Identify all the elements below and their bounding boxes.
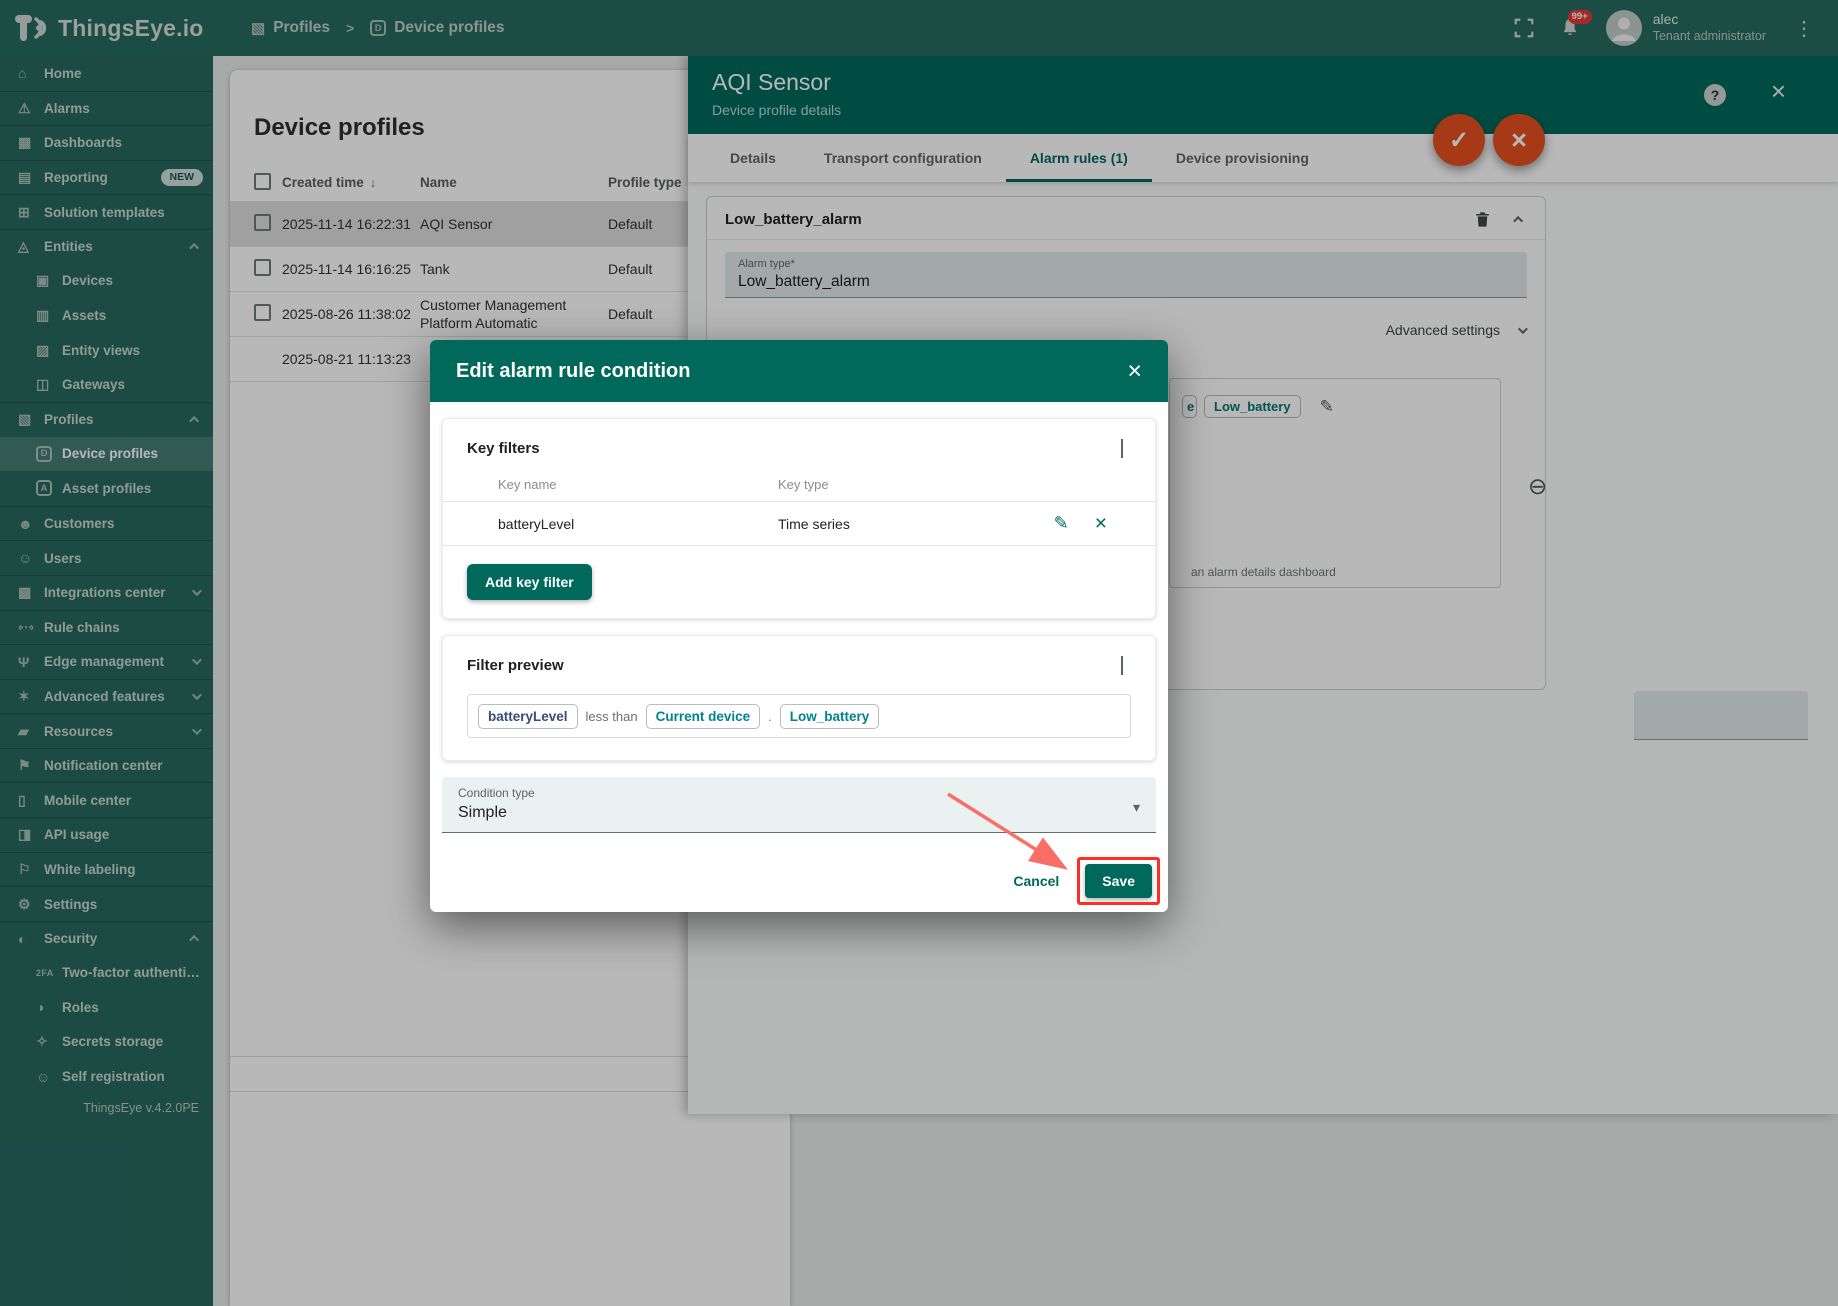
chevron-up-icon (1121, 439, 1123, 458)
key-filter-name: batteryLevel (498, 516, 778, 532)
edit-key-filter-button[interactable]: ✎ (1054, 513, 1069, 534)
condition-type-label: Condition type (458, 786, 1140, 800)
condition-type-select[interactable]: Condition type Simple ▾ (442, 777, 1156, 833)
filter-preview-expression: batteryLevel less than Current device. Low_… (467, 694, 1131, 738)
filter-preview-card: Filter preview batteryLevel less than Curr… (442, 635, 1156, 761)
key-filter-type: Time series (778, 516, 1028, 532)
save-button[interactable]: Save (1085, 864, 1152, 898)
preview-operator-text: . (768, 709, 772, 724)
condition-type-value: Simple (458, 804, 1140, 822)
key-filters-card: Key filters Key name Key type batteryLev… (442, 418, 1156, 619)
dialog-footer: Cancel Save (1003, 864, 1152, 898)
collapse-filter-preview-button[interactable] (1109, 652, 1131, 678)
dialog-header: Edit alarm rule condition × (430, 340, 1168, 402)
key-filter-row: batteryLevel Time series ✎ × (443, 502, 1155, 546)
filter-preview-header: Filter preview (443, 652, 1155, 678)
cancel-button[interactable]: Cancel (1003, 865, 1069, 897)
remove-key-filter-button[interactable]: × (1095, 513, 1107, 534)
dialog-title: Edit alarm rule condition (456, 360, 1127, 383)
preview-chip-current-device: Current device (646, 704, 761, 729)
dropdown-caret-icon: ▾ (1133, 799, 1140, 816)
key-name-column-header: Key name (498, 477, 778, 492)
preview-chip-low-battery: Low_battery (780, 704, 880, 729)
key-filters-column-headers: Key name Key type (443, 461, 1155, 502)
edit-alarm-rule-condition-dialog: Edit alarm rule condition × Key filters … (430, 340, 1168, 912)
collapse-key-filters-button[interactable] (1109, 435, 1131, 461)
preview-chip-batterylevel: batteryLevel (478, 704, 578, 729)
key-filters-header: Key filters (443, 435, 1155, 461)
key-filters-title: Key filters (467, 440, 1109, 457)
app-root: ThingsEye.io ▧ Profiles > D Device profi… (0, 0, 1838, 1306)
chevron-up-icon (1121, 656, 1123, 675)
filter-preview-title: Filter preview (467, 657, 1109, 674)
add-key-filter-button[interactable]: Add key filter (467, 564, 592, 600)
dialog-close-button[interactable]: × (1127, 359, 1142, 384)
key-type-column-header: Key type (778, 477, 1107, 492)
preview-operator-text: less than (586, 709, 638, 724)
